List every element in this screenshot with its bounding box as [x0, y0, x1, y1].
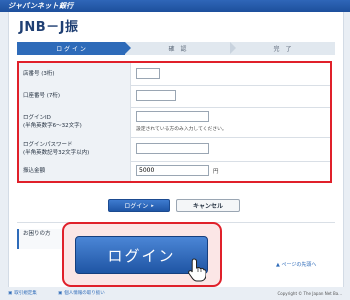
amount-label-text: 振込金額 — [23, 168, 46, 174]
password-input[interactable] — [136, 143, 209, 154]
copyright: Copyright © The Japan Net Ba... — [277, 291, 342, 296]
branch-number-label-text: 店番号 (3桁) — [23, 71, 55, 77]
form-row-account: 口座番号 (7桁) — [19, 85, 330, 108]
document-icon: ▣ — [58, 290, 63, 296]
amount-unit: 円 — [213, 169, 219, 175]
branch-number-input[interactable] — [136, 68, 160, 79]
login-form: 店番号 (3桁) 口座番号 (7桁) ログインID (半角英数字6～32文字) … — [17, 61, 332, 183]
callout-login-label: ログイン — [107, 246, 176, 265]
step-confirm-label: 確 認 — [168, 46, 187, 53]
step-complete-label: 完 了 — [273, 46, 292, 53]
top-bar: ジャパンネット銀行 — [0, 0, 350, 12]
step-confirm: 確 認 — [125, 42, 236, 55]
footer-link-terms[interactable]: ▣ 取引規定集 — [8, 290, 37, 297]
password-label-text: ログインパスワード — [23, 142, 73, 148]
login-id-hint: 設定されている方のみ入力してください。 — [136, 127, 227, 132]
amount-input[interactable]: 5000 — [136, 165, 209, 176]
account-number-input[interactable] — [136, 90, 176, 101]
account-number-label: 口座番号 (7桁) — [19, 85, 131, 107]
password-sublabel: (半角英数記号32文字以内) — [23, 150, 90, 156]
arrow-up-icon: ▲ — [276, 262, 280, 268]
page-title: JNB－J振 — [19, 20, 79, 35]
progress-steps: ロ グ イ ン 確 認 完 了 — [17, 42, 335, 55]
terms-link[interactable]: 取引規定集 — [14, 290, 37, 296]
pointer-hand-icon — [188, 258, 206, 282]
cancel-button[interactable]: キャンセル — [176, 199, 240, 212]
footer-link-privacy[interactable]: ▣ 個人情報の取り扱い — [58, 290, 105, 297]
footer: ▣ 取引規定集 ▣ 個人情報の取り扱い Copyright © The Japa… — [0, 287, 350, 300]
page-top-link[interactable]: ▲ ページの先頭へ — [276, 261, 316, 268]
amount-label: 振込金額 — [19, 161, 131, 181]
form-row-password: ログインパスワード (半角英数記号32文字以内) — [19, 137, 330, 162]
login-button-label: ログイン — [124, 203, 149, 210]
form-row-branch: 店番号 (3桁) — [19, 63, 330, 86]
step-login: ロ グ イ ン — [17, 42, 131, 55]
step-login-label: ロ グ イ ン — [56, 46, 86, 53]
form-row-amount: 振込金額 5000 円 — [19, 161, 330, 181]
form-row-login-id: ログインID (半角英数字6～32文字) 設定されている方のみ入力してください。 — [19, 107, 330, 138]
branch-number-label: 店番号 (3桁) — [19, 63, 131, 85]
step-complete: 完 了 — [230, 42, 335, 55]
login-id-input[interactable] — [136, 111, 209, 122]
password-label: ログインパスワード (半角英数記号32文字以内) — [19, 137, 131, 161]
login-id-label-text: ログインID — [23, 115, 51, 121]
page-top-label: ページの先頭へ — [281, 262, 317, 268]
cancel-button-label: キャンセル — [192, 203, 223, 210]
login-id-label: ログインID (半角英数字6～32文字) — [19, 107, 131, 137]
login-id-sublabel: (半角英数字6～32文字) — [23, 123, 82, 129]
account-number-label-text: 口座番号 (7桁) — [23, 93, 61, 99]
chevron-right-icon: ▸ — [151, 202, 154, 209]
privacy-link[interactable]: 個人情報の取り扱い — [64, 290, 105, 296]
bank-logo: ジャパンネット銀行 — [8, 2, 74, 10]
document-icon: ▣ — [8, 290, 13, 296]
help-label: お困りの方 — [23, 231, 51, 237]
login-button[interactable]: ログイン ▸ — [108, 199, 170, 212]
